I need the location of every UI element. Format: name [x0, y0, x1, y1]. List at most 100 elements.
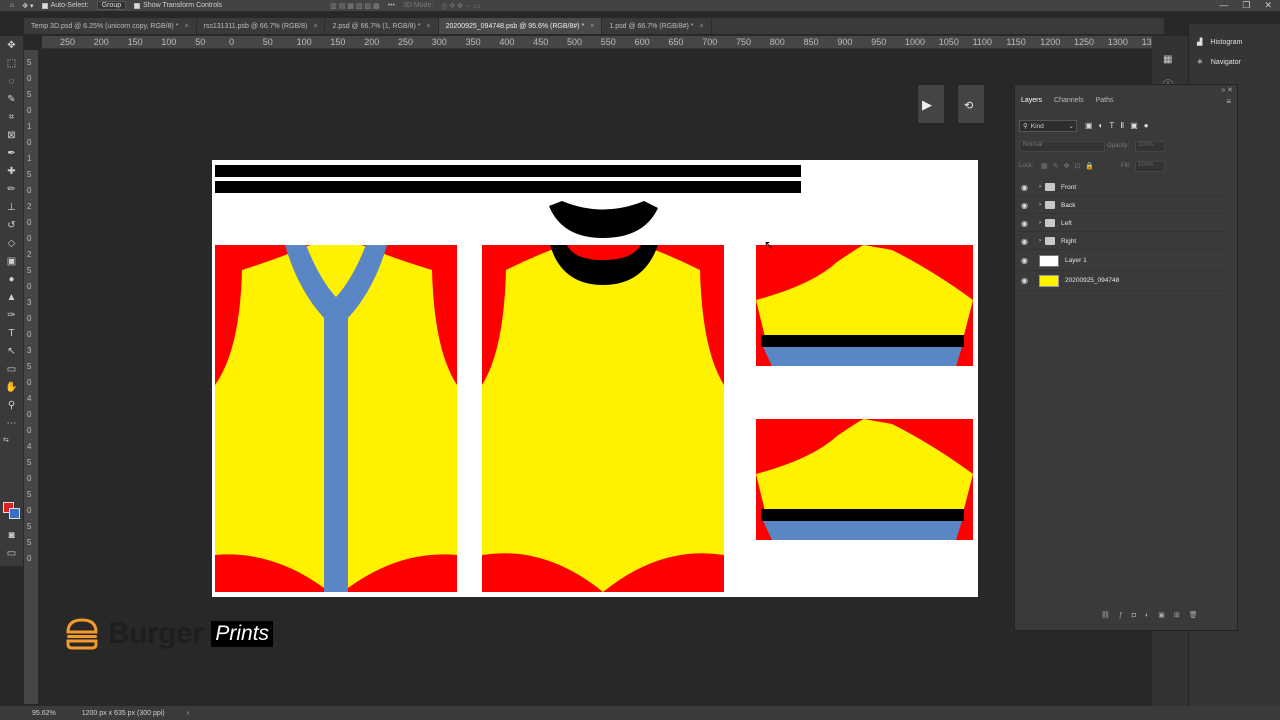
tab-label: 2.psd @ 66.7% (1, RGB/8) *: [332, 22, 421, 30]
layer-row-front[interactable]: ◉ › Front: [1015, 179, 1227, 196]
histogram-item[interactable]: ▟ Histogram: [1197, 38, 1242, 47]
panel-menu-icon[interactable]: ≡: [1226, 97, 1231, 106]
layer-row-left[interactable]: ◉ › Left: [1015, 215, 1227, 232]
history-icon[interactable]: ⟲: [964, 99, 973, 112]
more-icon[interactable]: •••: [388, 2, 395, 9]
tab-channels[interactable]: Channels: [1048, 95, 1090, 106]
swap-colors-icon[interactable]: ⇆: [3, 436, 19, 444]
vertical-ruler[interactable]: 5 0 5 0 1 0 1 5 0 2 0 0 2 5 0 3 0 0 3 5 0 4 0 0 4 5 0 5 0 5 5 0: [24, 50, 38, 704]
gradient-tool-icon[interactable]: ▣: [4, 254, 19, 269]
tab-paths[interactable]: Paths: [1090, 95, 1120, 106]
show-transform-check-icon[interactable]: [134, 2, 141, 9]
type-tool-icon[interactable]: T: [4, 326, 19, 341]
chevron-right-icon[interactable]: ›: [1039, 184, 1041, 190]
close-icon[interactable]: ✕: [1264, 0, 1272, 11]
kind-filter-dropdown[interactable]: ⚲ Kind ⌄: [1019, 120, 1077, 132]
status-expand-icon[interactable]: ›: [187, 710, 189, 717]
close-tab-icon[interactable]: ×: [427, 23, 431, 30]
lock-icons[interactable]: ▦✎✥⊡🔒: [1041, 162, 1099, 170]
more-tools-icon[interactable]: ⋯: [4, 416, 19, 431]
move-tool-icon[interactable]: ✥: [4, 38, 19, 53]
lasso-tool-icon[interactable]: ◌: [4, 74, 19, 89]
history-mini-panel: ⟲: [957, 84, 985, 124]
marquee-tool-icon[interactable]: ⬚: [4, 56, 19, 71]
quick-select-icon[interactable]: ✎: [4, 92, 19, 107]
panel-collapse-icons[interactable]: » ✕: [1221, 86, 1233, 94]
layer-row-smart-object[interactable]: ◉ 20200925_094748: [1015, 271, 1227, 291]
horizontal-ruler[interactable]: 250 200 150 100 50 0 50 100 150 200 250 300 350 400 45…: [42, 36, 1152, 49]
layer-footer-icons[interactable]: ⛓ƒ◘◐▣⊞🗑: [1101, 611, 1207, 619]
properties-icon[interactable]: ▦: [1163, 54, 1172, 65]
close-tab-icon[interactable]: ×: [184, 23, 188, 30]
ruler-tick-label: 5: [27, 170, 32, 179]
auto-select-check-icon[interactable]: [41, 2, 48, 9]
document-size: 1200 px x 635 px (300 ppi): [81, 709, 165, 717]
document-canvas[interactable]: ↖: [212, 160, 978, 597]
align-icons[interactable]: ▥ ▤ ▦ ▧ ▨ ▩: [330, 2, 379, 10]
tab-1-psd[interactable]: 1.psd @ 66.7% (RGB/8#) * ×: [602, 18, 712, 34]
home-icon[interactable]: ⌂: [10, 2, 14, 9]
group-dropdown[interactable]: Group: [96, 1, 127, 10]
shape-tool-icon[interactable]: ▭: [4, 362, 19, 377]
history-brush-icon[interactable]: ↺: [4, 218, 19, 233]
chevron-right-icon[interactable]: ›: [1039, 238, 1041, 244]
tab-20200925[interactable]: 20200925_094748.psb @ 95.6% (RGB/8#) * ×: [438, 18, 603, 34]
3d-mode-icons[interactable]: ◎ ✣ ✥ ⇔ ▭: [441, 2, 480, 10]
auto-select-checkbox[interactable]: Auto-Select:: [41, 2, 89, 9]
close-tab-icon[interactable]: ×: [700, 23, 704, 30]
tab-layers[interactable]: Layers: [1015, 95, 1048, 106]
navigator-item[interactable]: ✳ Navigator: [1197, 58, 1241, 67]
tab-temp-3d[interactable]: Temp 3D.psd @ 6.25% (unicorn copy, RGB/8…: [24, 18, 197, 34]
frame-tool-icon[interactable]: ⊠: [4, 128, 19, 143]
blur-tool-icon[interactable]: ●: [4, 272, 19, 287]
eraser-tool-icon[interactable]: ◇: [4, 236, 19, 251]
zoom-tool-icon[interactable]: ⚲: [4, 398, 19, 413]
layer-row-layer1[interactable]: ◉ Layer 1: [1015, 251, 1227, 271]
background-color-swatch[interactable]: [9, 508, 20, 519]
eye-icon[interactable]: ◉: [1021, 183, 1029, 192]
healing-brush-icon[interactable]: ✚: [4, 164, 19, 179]
filter-icons[interactable]: ▣◐TⅡ▣●: [1085, 121, 1155, 130]
brush-tool-icon[interactable]: ✏: [4, 182, 19, 197]
ruler-tick-label: 200: [364, 37, 380, 47]
sleeve-bottom: [756, 419, 973, 540]
eye-icon[interactable]: ◉: [1021, 219, 1029, 228]
quick-mask-icon[interactable]: ◙: [4, 528, 19, 543]
ruler-tick-label: 5: [27, 362, 32, 371]
layer-row-back[interactable]: ◉ › Back: [1015, 197, 1227, 214]
black-stripe-bottom: [215, 181, 801, 193]
restore-icon[interactable]: ❐: [1242, 0, 1250, 11]
layer-name: Left: [1061, 219, 1072, 227]
show-transform-checkbox[interactable]: Show Transform Controls: [134, 2, 222, 9]
screen-mode-icon[interactable]: ▭: [4, 546, 19, 561]
minimize-icon[interactable]: —: [1219, 0, 1228, 11]
zoom-level[interactable]: 95.62%: [32, 710, 56, 717]
close-tab-icon[interactable]: ×: [590, 23, 594, 30]
tab-2-psd[interactable]: 2.psd @ 66.7% (1, RGB/8) * ×: [325, 18, 439, 34]
tab-rss131311[interactable]: rss131311.psb @ 66.7% (RGB/8) ×: [197, 18, 326, 34]
eye-icon[interactable]: ◉: [1021, 201, 1029, 210]
hand-tool-icon[interactable]: ✋: [4, 380, 19, 395]
eye-icon[interactable]: ◉: [1021, 276, 1029, 285]
close-tab-icon[interactable]: ×: [313, 23, 317, 30]
opacity-field[interactable]: 100%: [1135, 141, 1165, 152]
play-icon[interactable]: ▶: [922, 97, 932, 113]
blend-mode-dropdown[interactable]: Normal: [1019, 141, 1105, 152]
ruler-tick-label: 4: [27, 442, 32, 451]
pen-tool-icon[interactable]: ✑: [4, 308, 19, 323]
eye-icon[interactable]: ◉: [1021, 256, 1029, 265]
crop-tool-icon[interactable]: ⌗: [4, 110, 19, 125]
layer-name: Back: [1061, 201, 1076, 209]
fill-field[interactable]: 100%: [1135, 161, 1165, 172]
layer-row-right[interactable]: ◉ › Right: [1015, 233, 1227, 250]
ruler-tick-label: 1350: [1141, 37, 1152, 47]
eyedropper-icon[interactable]: ✒: [4, 146, 19, 161]
chevron-right-icon[interactable]: ›: [1039, 220, 1041, 226]
burger-prints-watermark: Burger Prints: [64, 616, 274, 652]
chevron-right-icon[interactable]: ›: [1039, 202, 1041, 208]
stamp-tool-icon[interactable]: ⊥: [4, 200, 19, 215]
dodge-tool-icon[interactable]: ▲: [4, 290, 19, 305]
move-tool-icon[interactable]: ✥ ▾: [22, 2, 33, 10]
path-select-icon[interactable]: ↖: [4, 344, 19, 359]
eye-icon[interactable]: ◉: [1021, 237, 1029, 246]
